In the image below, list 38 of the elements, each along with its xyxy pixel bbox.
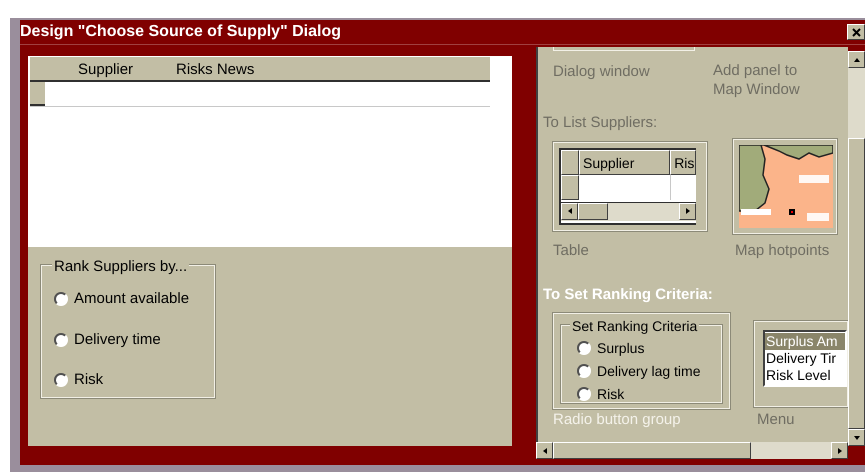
- window-title: Design "Choose Source of Supply" Dialog: [20, 22, 341, 42]
- column-header[interactable]: Risks News: [176, 57, 436, 80]
- section-heading: To List Suppliers:: [543, 113, 658, 133]
- close-icon: [852, 28, 860, 36]
- radio-option[interactable]: Risk: [577, 384, 721, 404]
- column-header[interactable]: Supplier: [579, 150, 670, 174]
- caption: Table: [553, 240, 590, 260]
- list-item[interactable]: Risk Level: [765, 366, 845, 384]
- scroll-left-button[interactable]: [561, 202, 578, 220]
- scroll-right-button[interactable]: [679, 202, 696, 220]
- arrow-icon: [836, 446, 844, 454]
- column-header[interactable]: Supplier: [30, 57, 176, 80]
- list-item[interactable]: Surplus Am: [765, 332, 845, 350]
- list-box[interactable]: Surplus Am Delivery Tir Risk Level: [763, 330, 847, 386]
- scroll-up-button[interactable]: [848, 51, 865, 68]
- caption: Menu: [757, 410, 795, 428]
- arrow-icon: [566, 207, 574, 215]
- scroll-down-button[interactable]: [848, 429, 865, 446]
- row-header[interactable]: [30, 82, 45, 106]
- arrow-icon: [852, 434, 860, 442]
- radio-option[interactable]: Delivery lag time: [577, 360, 721, 382]
- caption: Dialog window: [553, 62, 651, 82]
- arrow-icon: [852, 56, 860, 64]
- column-header[interactable]: Ris: [670, 150, 696, 174]
- list-item[interactable]: Delivery Tir: [765, 350, 845, 366]
- radio-option[interactable]: Surplus: [577, 338, 721, 358]
- close-button[interactable]: [847, 24, 865, 40]
- radio-option[interactable]: Amount available: [54, 288, 214, 310]
- scroll-left-button[interactable]: [536, 442, 553, 459]
- scroll-right-button[interactable]: [831, 442, 848, 459]
- caption: Radio button group: [553, 410, 682, 428]
- arrow-icon: [540, 446, 548, 454]
- section-heading: To Set Ranking Criteria:: [543, 285, 714, 305]
- caption: Map hotpoints: [735, 240, 830, 260]
- radio-option[interactable]: Risk: [54, 369, 214, 392]
- radio-option[interactable]: Delivery time: [54, 328, 214, 351]
- caption: Add panel to Map Window: [713, 61, 801, 99]
- arrow-icon: [684, 207, 692, 215]
